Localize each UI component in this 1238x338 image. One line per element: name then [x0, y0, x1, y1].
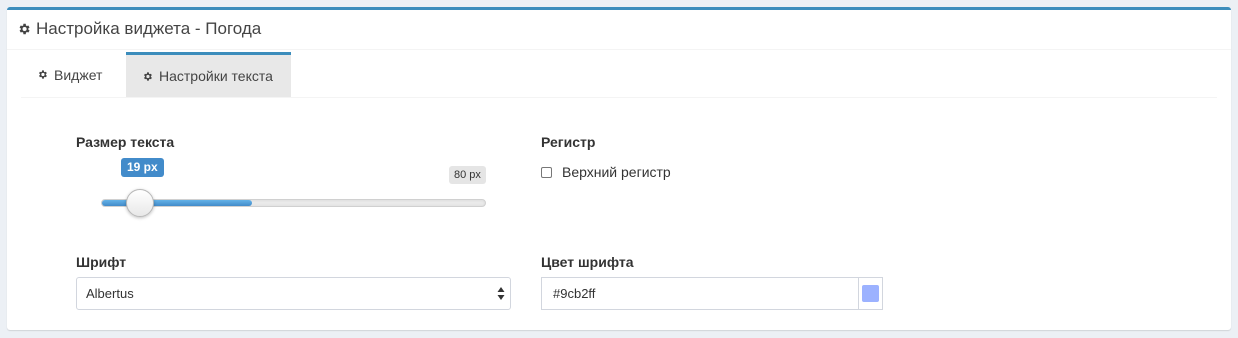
- slider-fill: [102, 200, 253, 206]
- register-label: Регистр: [541, 134, 596, 150]
- color-swatch: [862, 285, 879, 302]
- tab-widget[interactable]: Виджет: [21, 52, 125, 97]
- uppercase-checkbox[interactable]: [541, 166, 552, 178]
- gear-icon: [37, 69, 48, 80]
- text-size-slider-track[interactable]: [101, 199, 486, 207]
- uppercase-option: Верхний регистр: [541, 164, 671, 180]
- widget-settings-panel: Настройка виджета - Погода Виджет Настро…: [7, 7, 1231, 330]
- settings-tabs: Виджет Настройки текста: [21, 52, 1217, 98]
- tab-text-settings[interactable]: Настройки текста: [126, 52, 291, 97]
- select-arrows-icon: [497, 286, 505, 301]
- panel-title-text: Настройка виджета - Погода: [36, 19, 262, 38]
- tab-text-settings-label: Настройки текста: [159, 68, 273, 84]
- text-size-label: Размер текста: [76, 134, 175, 150]
- panel-header: Настройка виджета - Погода: [7, 10, 1231, 50]
- slider-max-label: 80 px: [449, 166, 486, 184]
- font-color-input[interactable]: #9cb2ff: [541, 277, 859, 310]
- slider-value-tooltip: 19 px: [121, 158, 164, 177]
- font-select[interactable]: Albertus: [76, 277, 511, 310]
- uppercase-checkbox-label[interactable]: Верхний регистр: [562, 164, 671, 180]
- font-label: Шрифт: [76, 254, 127, 270]
- gear-icon: [142, 71, 153, 82]
- panel-title: Настройка виджета - Погода: [17, 19, 261, 39]
- font-color-value: #9cb2ff: [553, 286, 596, 301]
- color-picker-button[interactable]: [858, 277, 883, 310]
- tab-widget-label: Виджет: [54, 66, 103, 83]
- font-color-label: Цвет шрифта: [541, 254, 634, 270]
- gear-icon: [17, 22, 31, 36]
- slider-handle[interactable]: [126, 189, 154, 217]
- font-select-value: Albertus: [86, 286, 134, 301]
